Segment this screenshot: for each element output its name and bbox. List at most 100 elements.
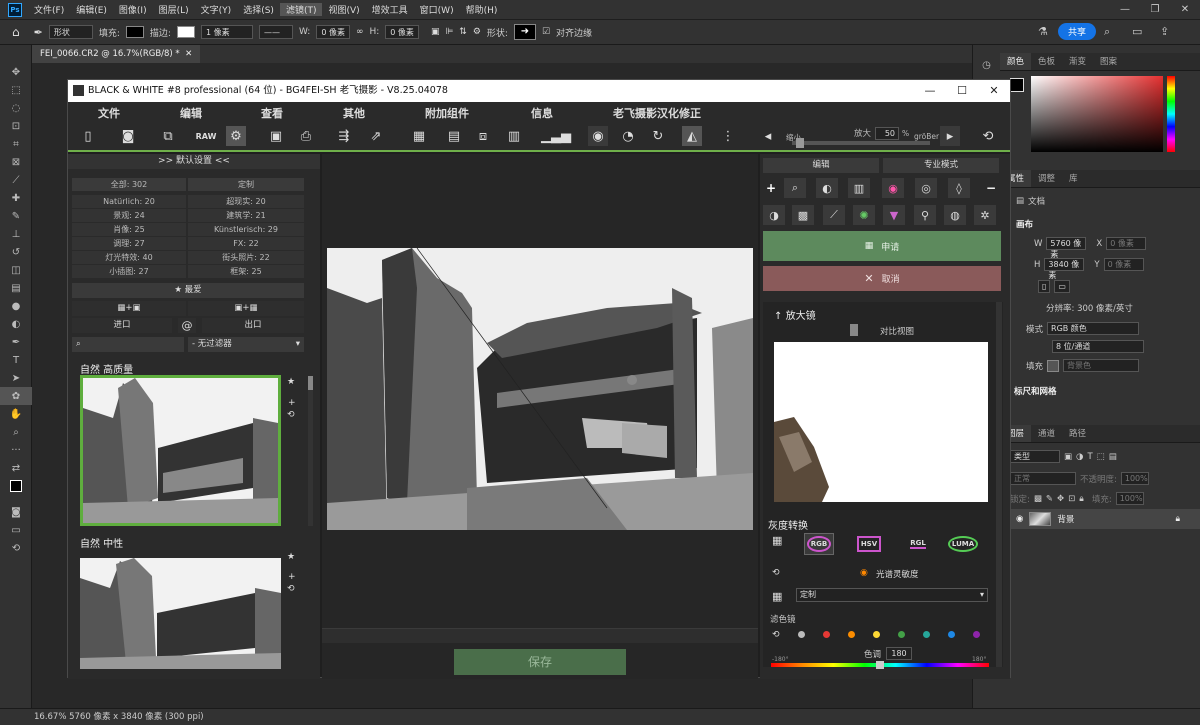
canvas-h-input[interactable]: 3840 像素 bbox=[1044, 258, 1085, 280]
share-arrow-icon[interactable]: ⇪ bbox=[1160, 25, 1169, 38]
email-icon[interactable]: @ bbox=[178, 318, 196, 333]
preview-eye-icon[interactable]: ◉ bbox=[588, 126, 608, 146]
color-field[interactable] bbox=[1031, 76, 1163, 152]
more-options-icon[interactable]: ⋮ bbox=[718, 126, 738, 146]
category-portrait[interactable]: 肖像: 25 bbox=[72, 223, 186, 236]
eyedropper-icon[interactable]: ⟋ bbox=[0, 171, 32, 189]
preview-scrollbar[interactable] bbox=[322, 628, 758, 643]
path-align-icon[interactable]: ⊫ bbox=[445, 27, 453, 37]
brush-tool-icon[interactable]: ✎ bbox=[0, 207, 32, 225]
zoom-slider-knob[interactable] bbox=[796, 138, 804, 148]
color-swatches-icon[interactable] bbox=[0, 477, 32, 495]
color-filter-dot[interactable] bbox=[948, 631, 955, 638]
import-button[interactable]: 进口 bbox=[72, 318, 172, 333]
histogram-icon[interactable]: ▁▃▅ bbox=[541, 126, 571, 146]
crop-rotate-icon[interactable]: ⟲ bbox=[978, 126, 998, 146]
w-input[interactable]: 0 像素 bbox=[316, 25, 350, 39]
home-icon[interactable]: ⌂ bbox=[12, 25, 20, 39]
gear-icon[interactable]: ⚙ bbox=[473, 27, 481, 37]
batch-icon[interactable]: ⇶ bbox=[334, 126, 354, 146]
category-fx[interactable]: FX: 22 bbox=[188, 237, 304, 250]
category-lighting[interactable]: 灯光特效: 40 bbox=[72, 251, 186, 264]
hand-tool-icon[interactable]: ✋ bbox=[0, 405, 32, 423]
star-icon[interactable]: ★ bbox=[287, 377, 295, 387]
type-tool-icon[interactable]: T bbox=[0, 351, 32, 369]
filter-smart-icon[interactable]: ▤ bbox=[1109, 452, 1117, 462]
drop-icon[interactable]: ◊ bbox=[948, 178, 970, 198]
category-custom[interactable]: 定制 bbox=[188, 178, 304, 191]
half-circle-icon[interactable]: ◑ bbox=[763, 205, 785, 225]
magnifier-view[interactable] bbox=[774, 342, 988, 502]
gradient-icon[interactable]: ▤ bbox=[0, 279, 32, 297]
hue-input[interactable]: 180 bbox=[886, 647, 912, 660]
preset-grid-icon[interactable]: ▦ bbox=[772, 590, 782, 603]
favorites-button[interactable]: ★ 最爱 bbox=[72, 283, 304, 298]
pen-tool-icon[interactable]: ✒ bbox=[0, 333, 32, 351]
path-ops-icon[interactable]: ▣ bbox=[431, 27, 440, 37]
print-icon[interactable]: ⎙ bbox=[296, 126, 316, 146]
move-tool-icon[interactable]: ✥ bbox=[0, 63, 32, 81]
category-landscape[interactable]: 景观: 24 bbox=[72, 209, 186, 222]
path-select-icon[interactable]: ➤ bbox=[0, 369, 32, 387]
plugin-menu-file[interactable]: 文件 bbox=[98, 105, 120, 121]
prism-icon[interactable]: ▼ bbox=[883, 205, 905, 225]
h-input[interactable]: 0 像素 bbox=[385, 25, 419, 39]
zoom-out-icon[interactable]: ◂ bbox=[758, 126, 778, 146]
raw-icon[interactable]: RAW bbox=[196, 126, 217, 146]
menu-edit[interactable]: 编辑(E) bbox=[70, 3, 113, 16]
tab-edit[interactable]: 编辑 bbox=[763, 158, 879, 173]
marquee-tool-icon[interactable]: ⬚ bbox=[0, 81, 32, 99]
tab-swatches[interactable]: 色板 bbox=[1031, 53, 1062, 70]
preset-grid-icon[interactable]: ▦ bbox=[772, 534, 782, 547]
layer-kind-select[interactable]: 类型 bbox=[1010, 450, 1060, 463]
canvas-y-input[interactable]: 0 像素 bbox=[1103, 258, 1144, 271]
filter-select[interactable]: - 无过滤器 ▾ bbox=[188, 337, 304, 352]
tab-gradients[interactable]: 渐变 bbox=[1062, 53, 1093, 70]
crop-tool-icon[interactable]: ⌗ bbox=[0, 135, 32, 153]
blend-mode-select[interactable]: 正常 bbox=[1010, 472, 1076, 485]
document-icon[interactable]: ▥ bbox=[504, 126, 524, 146]
dodge-icon[interactable]: ◐ bbox=[0, 315, 32, 333]
canvas-w-input[interactable]: 5760 像素 bbox=[1046, 237, 1087, 259]
shape-picker[interactable]: ➜ bbox=[513, 24, 536, 40]
filter-type-icon[interactable]: T bbox=[1087, 452, 1092, 462]
align-edges-checkbox[interactable]: ☑ bbox=[542, 27, 550, 37]
path-arrange-icon[interactable]: ⇅ bbox=[459, 27, 467, 37]
category-toning[interactable]: 调理: 27 bbox=[72, 237, 186, 250]
more-tools-icon[interactable]: ··· bbox=[0, 441, 32, 459]
plugin-menu-other[interactable]: 其他 bbox=[343, 105, 365, 121]
pen-tool-icon[interactable]: ✒ bbox=[34, 26, 43, 39]
fill-swatch[interactable] bbox=[125, 26, 144, 38]
color-wheel-icon[interactable]: ◉ bbox=[882, 178, 904, 198]
refresh-icon[interactable]: ⟲ bbox=[287, 584, 295, 594]
tab-color[interactable]: 颜色 bbox=[1000, 53, 1032, 70]
category-all[interactable]: 全部: 302 bbox=[72, 178, 186, 191]
zoom-input[interactable]: 50 bbox=[875, 127, 899, 140]
grain-icon[interactable]: ▩ bbox=[792, 205, 814, 225]
save-button[interactable]: 保存 bbox=[454, 649, 626, 675]
add-icon[interactable]: + bbox=[766, 181, 776, 195]
fill-opacity-input[interactable]: 100% bbox=[1115, 492, 1144, 505]
right-scrollbar[interactable] bbox=[996, 302, 1002, 667]
shape-mode-select[interactable]: 形状 bbox=[48, 25, 93, 39]
history-brush-icon[interactable]: ↺ bbox=[0, 243, 32, 261]
visibility-icon[interactable]: ◉ bbox=[1016, 514, 1023, 524]
category-street[interactable]: 街头照片: 22 bbox=[188, 251, 304, 264]
zoom-slider[interactable] bbox=[792, 138, 930, 148]
new-file-icon[interactable]: ▯ bbox=[78, 126, 98, 146]
lasso-tool-icon[interactable]: ◌ bbox=[0, 99, 32, 117]
film-icon[interactable]: ▤ bbox=[444, 126, 464, 146]
blur-icon[interactable]: ● bbox=[0, 297, 32, 315]
category-surreal[interactable]: 超现实: 20 bbox=[188, 195, 304, 208]
hue-slider[interactable] bbox=[1167, 76, 1175, 152]
nodes-icon[interactable]: ⚲ bbox=[914, 205, 936, 225]
timer-icon[interactable]: ◎ bbox=[915, 178, 937, 198]
structure-icon[interactable]: ▥ bbox=[848, 178, 870, 198]
plugin-menu-localization[interactable]: 老飞摄影汉化修正 bbox=[613, 105, 701, 121]
workspace-icon[interactable]: ▭ bbox=[1132, 25, 1142, 38]
gray-mode-rgl[interactable]: RGL bbox=[903, 533, 933, 555]
search-field[interactable]: ⌕ bbox=[72, 337, 184, 352]
custom-select[interactable]: 定制 ▾ bbox=[796, 588, 988, 602]
menu-type[interactable]: 文字(Y) bbox=[195, 3, 238, 16]
plugin-menu-info[interactable]: 信息 bbox=[531, 105, 553, 121]
